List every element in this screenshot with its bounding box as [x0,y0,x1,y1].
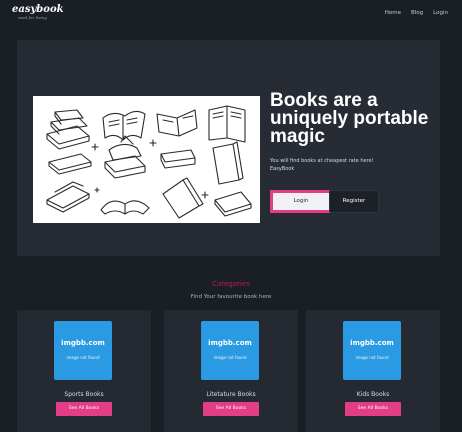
book-icon [212,141,244,185]
category-name: Sports Books [64,391,104,398]
category-name: Kids Books [356,391,390,398]
placeholder-subtitle: image not found [213,355,247,360]
hero-subtitle-line2: EasyBook [270,166,295,172]
placeholder-title: imgbb.com [350,339,394,347]
logo-tagline: read for living [18,15,47,20]
logo-text: easybook [12,4,64,15]
book-stack-icon [104,135,146,179]
categories-subtitle: Find Your favourite book here [190,294,272,300]
placeholder-title: imgbb.com [208,339,252,347]
see-all-books-button[interactable]: See All Books [345,402,401,416]
hero-subtitle-line1: You will find books at cheapest rate her… [270,158,374,164]
book-icon [48,153,92,175]
category-card-sports: imgbb.com image not found Sports Books S… [17,310,151,432]
books-illustration [33,96,260,223]
image-placeholder: imgbb.com image not found [201,321,259,380]
category-name: Litetature Books [206,391,256,398]
register-button[interactable]: Register [329,190,379,213]
book-stack-icon [46,109,90,150]
hero-title: Books are a uniquely portable magic [270,90,429,147]
categories-title: Categories [212,280,250,288]
book-icon [214,191,252,217]
nav-links: Home Blog Login [385,10,448,16]
nav-link-home[interactable]: Home [385,10,401,16]
hero-subtitle: You will find books at cheapest rate her… [270,157,435,173]
open-book-icon [102,110,146,141]
nav-link-login[interactable]: Login [433,10,448,16]
open-book-icon [208,105,246,143]
login-button[interactable]: Login [270,190,332,213]
nav-link-blog[interactable]: Blog [411,10,423,16]
book-stack-icon [46,181,90,213]
placeholder-subtitle: image not found [66,355,100,360]
image-placeholder: imgbb.com image not found [54,321,112,380]
book-icon [162,177,204,219]
placeholder-subtitle: image not found [355,355,389,360]
site-logo[interactable]: easybook read for living [12,4,64,21]
see-all-books-button[interactable]: See All Books [56,402,112,416]
image-placeholder: imgbb.com image not found [343,321,401,380]
open-book-icon [100,200,150,215]
book-icon [160,149,196,169]
open-book-icon [156,109,198,137]
see-all-books-button[interactable]: See All Books [203,402,259,416]
placeholder-title: imgbb.com [61,339,105,347]
category-card-kids: imgbb.com image not found Kids Books See… [306,310,440,432]
hero-section: Books are a uniquely portable magic You … [17,40,440,256]
category-card-literature: imgbb.com image not found Litetature Boo… [164,310,298,432]
navbar: easybook read for living Home Blog Login [0,0,462,28]
